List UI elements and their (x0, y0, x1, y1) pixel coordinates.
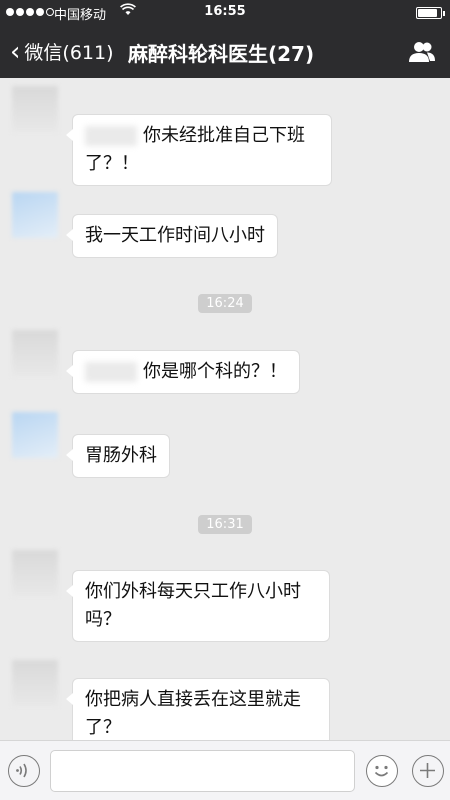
voice-input-button[interactable] (8, 755, 40, 787)
input-bar (0, 740, 450, 800)
chat-title: 麻醉科轮科医生(27) (128, 42, 315, 66)
status-time: 16:55 (204, 4, 246, 19)
avatar[interactable] (12, 412, 58, 458)
message-text: 你把病人直接丢在这里就走 (85, 689, 301, 710)
timestamp-label: 16:24 (198, 294, 252, 313)
avatar[interactable] (12, 550, 58, 596)
chevron-left-icon: ‹ (10, 36, 21, 67)
message-text: 我一天工作时间八小时 (85, 225, 265, 246)
avatar[interactable] (12, 86, 58, 132)
timestamp-label: 16:31 (198, 515, 252, 534)
smiley-icon (374, 765, 389, 777)
battery-level (418, 9, 437, 17)
message-bubble[interactable]: 胃肠外科 (66, 434, 170, 478)
message-bubble[interactable]: 你未经批准自己下班 了？！ (66, 114, 332, 186)
message-bubble[interactable]: 你们外科每天只工作八小时 吗？ (66, 570, 330, 642)
message-bubble[interactable]: 我一天工作时间八小时 (66, 214, 278, 258)
nav-bar: ‹ 微信(611) 麻醉科轮科医生(27) (0, 26, 450, 78)
redacted-mention (85, 362, 137, 382)
message-bubble[interactable]: 你把病人直接丢在这里就走 了？ (66, 678, 330, 740)
back-button[interactable]: ‹ 微信(611) (10, 38, 114, 65)
emoji-button[interactable] (366, 755, 398, 787)
message-text: 胃肠外科 (85, 445, 157, 466)
group-members-icon[interactable] (408, 40, 436, 64)
message-text: 你未经批准自己下班 (143, 125, 305, 146)
message-text-line2: 了？！ (85, 153, 139, 174)
voice-icon (16, 763, 27, 778)
timestamp-divider: 16:31 (0, 513, 450, 534)
chat-message-list[interactable]: 你未经批准自己下班 了？！ 我一天工作时间八小时 16:24 你是哪个科的？！ … (0, 78, 450, 740)
message-text-line2: 了？ (85, 717, 121, 738)
redacted-mention (85, 126, 137, 146)
message-bubble[interactable]: 你是哪个科的？！ (66, 350, 300, 394)
back-label: 微信(611) (24, 42, 114, 64)
battery-icon (416, 7, 445, 19)
more-options-button[interactable] (412, 755, 444, 787)
avatar[interactable] (12, 330, 58, 376)
avatar[interactable] (12, 192, 58, 238)
message-text: 你们外科每天只工作八小时 (85, 581, 301, 602)
sender-name-redacted (70, 88, 92, 99)
avatar[interactable] (12, 660, 58, 706)
timestamp-divider: 16:24 (0, 292, 450, 313)
message-text: 你是哪个科的？！ (143, 361, 287, 382)
message-text-line2: 吗？ (85, 609, 121, 630)
status-bar: 中国移动 16:55 (0, 0, 450, 26)
message-input[interactable] (50, 750, 355, 792)
plus-icon (420, 763, 435, 778)
